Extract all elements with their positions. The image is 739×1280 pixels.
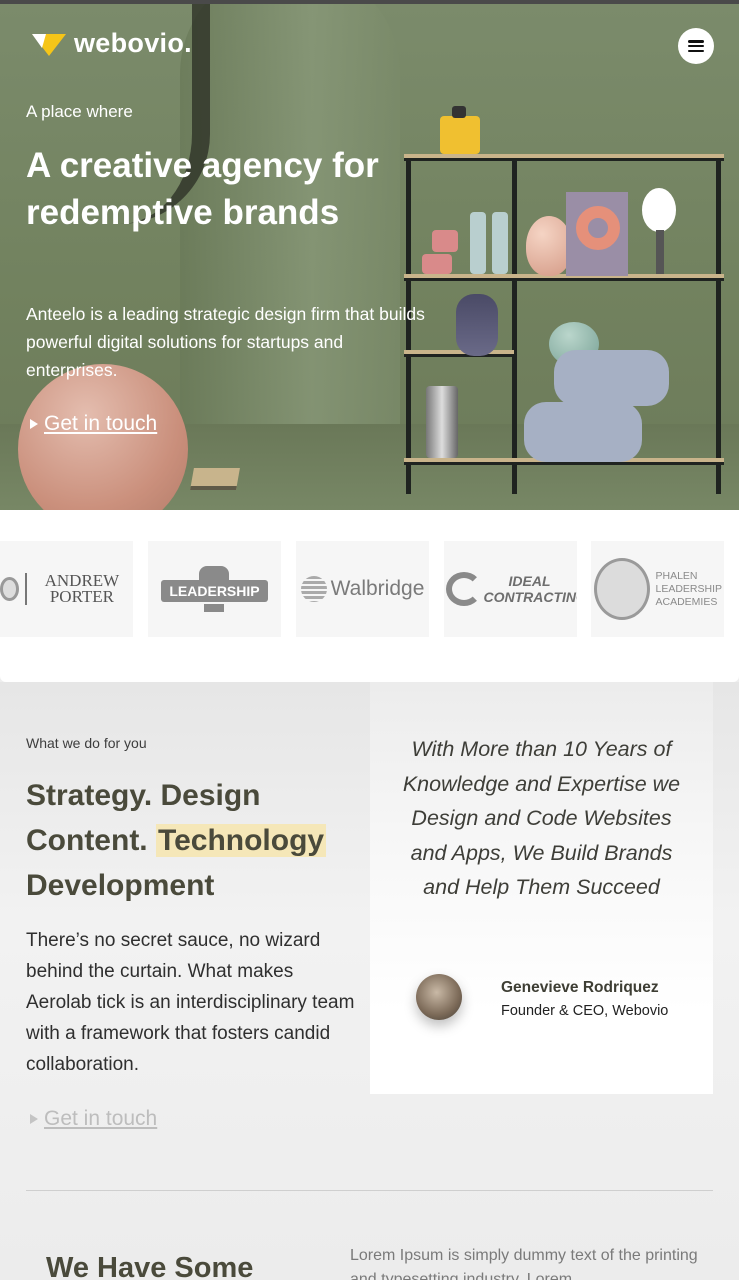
client-logo-ideal[interactable]: IDEAL CONTRACTING [444,541,577,637]
hero-background-arch [180,4,400,484]
services-body: There’s no secret sauce, no wizard behin… [26,930,355,1075]
services-cta-label: Get in touch [44,1107,158,1130]
services-title-highlight: Technology [155,824,327,857]
client-logo-phalen[interactable]: PHALEN LEADERSHIP ACADEMIES [591,541,724,637]
hamburger-icon [688,40,704,52]
client-logo-walbridge[interactable]: Walbridge [296,541,429,637]
hero-decor-tile [190,468,240,490]
play-triangle-icon [30,419,38,429]
services-eyebrow: What we do for you [26,735,147,751]
client-logo-andrew-porter[interactable]: ANDREW PORTER [0,541,133,637]
client-logo-label: Walbridge [330,577,425,600]
hero-headline: A creative agency for redemptive brands [26,146,379,232]
phalen-crest-icon [593,558,650,620]
services-title: Strategy. Design Content. Technology Dev… [26,773,356,908]
client-logo-label: LEADERSHIP [161,580,268,602]
ideal-swoosh-icon [445,572,482,606]
hero-decor-sphere [18,364,188,510]
next-section-title: We Have Some [46,1252,254,1280]
services-title-part: Development [26,869,215,902]
play-triangle-icon [30,1114,38,1124]
andrew-porter-seal-icon [0,577,19,601]
brand-logo-icon [32,32,66,56]
menu-button[interactable] [678,28,714,64]
hero-intro: Anteelo is a leading strategic design fi… [26,304,425,380]
hero-get-in-touch-link[interactable]: Get in touch [30,412,157,436]
next-section-text: Lorem Ipsum is simply dummy text of the … [350,1247,698,1280]
testimonial-author-role: Founder & CEO, Webovio [501,1003,669,1019]
testimonial-author-name: Genevieve Rodriquez [501,979,659,996]
avatar [416,974,462,1020]
hero-shelf-illustration [404,106,724,494]
brand-logo[interactable]: webovio. [32,28,192,59]
testimonial-quote: With More than 10 Years of Knowledge and… [402,737,681,899]
client-logo-label: IDEAL CONTRACTING [483,573,578,605]
client-logo-leadership[interactable]: LEADERSHIP [148,541,281,637]
client-logos-strip: ANDREW PORTER LEADERSHIP Walbridge IDEAL… [0,510,739,682]
brand-name: webovio. [74,28,192,58]
section-divider [26,1190,713,1191]
client-logo-label: ANDREW PORTER [24,572,133,605]
client-logo-label: PHALEN LEADERSHIP ACADEMIES [655,569,722,608]
services-get-in-touch-link[interactable]: Get in touch [30,1107,157,1131]
hero-cta-label: Get in touch [44,412,158,435]
walbridge-globe-icon [300,576,327,602]
leadership-crest-icon [199,566,230,580]
hero-eyebrow: A place where [26,102,133,121]
testimonial-card: With More than 10 Years of Knowledge and… [370,682,713,1094]
hero-section: webovio. A place where A creative agency… [0,4,739,510]
